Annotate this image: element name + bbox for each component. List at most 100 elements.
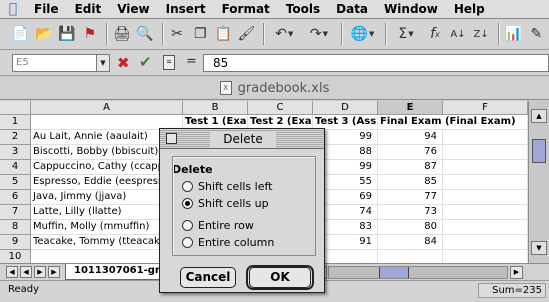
close-box-icon[interactable] xyxy=(166,133,177,144)
redo-icon[interactable]: ↷ ▼ xyxy=(303,23,336,45)
cell-f10[interactable] xyxy=(443,250,528,263)
radio-entire-column[interactable]: Entire column xyxy=(182,235,274,249)
horizontal-scroll-thumb[interactable] xyxy=(379,267,409,278)
name-box[interactable]: E5 ▼ xyxy=(12,54,110,72)
copy-icon[interactable]: ❐ xyxy=(190,23,211,45)
cell-e4[interactable]: 87 xyxy=(378,160,443,175)
cell-f1[interactable] xyxy=(443,115,528,130)
cell-e8[interactable]: 80 xyxy=(378,220,443,235)
menu-format[interactable]: Format xyxy=(214,0,278,19)
cell-f3[interactable] xyxy=(443,145,528,160)
row-header-5[interactable]: 5 xyxy=(0,175,31,190)
cell-f5[interactable] xyxy=(443,175,528,190)
column-header-b[interactable]: B xyxy=(183,101,248,115)
cell-f8[interactable] xyxy=(443,220,528,235)
horizontal-scrollbar[interactable] xyxy=(328,266,508,279)
autocalculate-sum[interactable]: Sum=235 xyxy=(478,283,546,298)
cell-e2[interactable]: 94 xyxy=(378,130,443,145)
first-sheet-icon[interactable]: ◀ xyxy=(6,266,18,278)
menu-edit[interactable]: Edit xyxy=(67,0,110,19)
status-text: Ready xyxy=(8,284,40,295)
toolbar-separator xyxy=(497,23,499,45)
row-header-2[interactable]: 2 xyxy=(0,130,31,145)
paste-icon[interactable]: 📋 xyxy=(213,23,234,45)
open-folder-icon[interactable]: 📂 xyxy=(33,23,54,45)
column-header-e[interactable]: E xyxy=(378,101,443,115)
menu-data[interactable]: Data xyxy=(328,0,376,19)
hyperlink-icon[interactable]: 🌐 ▼ xyxy=(346,23,379,45)
menu-file[interactable]: File xyxy=(26,0,67,19)
menu-insert[interactable]: Insert xyxy=(158,0,214,19)
radio-button-checked-icon[interactable] xyxy=(182,197,193,209)
cell-f4[interactable] xyxy=(443,160,528,175)
cell-e10[interactable] xyxy=(378,250,443,263)
sort-ascending-icon[interactable]: A↓ xyxy=(447,23,468,45)
radio-button-icon[interactable] xyxy=(182,219,193,231)
radio-button-icon[interactable] xyxy=(182,236,193,248)
menu-tools[interactable]: Tools xyxy=(278,0,328,19)
row-header-1[interactable]: 1 xyxy=(0,115,31,130)
row-header-7[interactable]: 7 xyxy=(0,205,31,220)
undo-icon[interactable]: ↶ ▼ xyxy=(268,23,301,45)
previous-sheet-icon[interactable]: ◀ xyxy=(20,266,32,278)
select-all-corner[interactable] xyxy=(0,101,31,115)
autosum-icon[interactable]: Σ ▼ xyxy=(390,23,423,45)
function-icon[interactable]: fx xyxy=(424,23,445,45)
cell-f7[interactable] xyxy=(443,205,528,220)
cut-icon[interactable]: ✂ xyxy=(167,23,188,45)
calculator-icon[interactable]: = xyxy=(163,55,175,70)
radio-shift-cells-left[interactable]: Shift cells left xyxy=(182,179,272,193)
menu-window[interactable]: Window xyxy=(376,0,446,19)
cell-e9[interactable]: 84 xyxy=(378,235,443,250)
row-header-8[interactable]: 8 xyxy=(0,220,31,235)
enter-entry-icon[interactable]: ✔ xyxy=(139,53,152,71)
last-sheet-icon[interactable]: ▶ xyxy=(48,266,60,278)
save-icon[interactable]: 💾 xyxy=(56,23,77,45)
menu-help[interactable]: Help xyxy=(446,0,493,19)
ok-button[interactable]: OK xyxy=(249,267,311,288)
radio-shift-cells-up[interactable]: Shift cells up xyxy=(182,196,269,210)
print-icon[interactable]: 🖨 xyxy=(111,23,132,45)
cell-f9[interactable] xyxy=(443,235,528,250)
print-preview-icon[interactable]: 🔍 xyxy=(135,23,156,45)
menu-view[interactable]: View xyxy=(109,0,157,19)
cell-e7[interactable]: 73 xyxy=(378,205,443,220)
row-header-10[interactable]: 10 xyxy=(0,250,31,263)
next-sheet-icon[interactable]: ▶ xyxy=(34,266,46,278)
row-header-4[interactable]: 4 xyxy=(0,160,31,175)
drawing-icon[interactable]: ✎ xyxy=(526,23,547,45)
apple-menu-icon[interactable]:  xyxy=(0,1,26,17)
sheet-tab[interactable]: 1011307061-gr xyxy=(65,264,160,280)
scroll-right-icon[interactable]: ▶ xyxy=(510,266,523,279)
cancel-button[interactable]: Cancel xyxy=(180,267,236,288)
cell-e5[interactable]: 85 xyxy=(378,175,443,190)
sort-descending-icon[interactable]: Z↓ xyxy=(471,23,492,45)
cell-e6[interactable]: 77 xyxy=(378,190,443,205)
window-title-bar[interactable]: X gradebook.xls xyxy=(0,77,549,100)
scroll-up-icon[interactable]: ▲ xyxy=(531,109,547,123)
format-painter-icon[interactable]: 🖌 xyxy=(236,23,257,45)
radio-button-icon[interactable] xyxy=(182,180,193,192)
column-header-a[interactable]: A xyxy=(31,101,183,115)
vertical-scroll-thumb[interactable] xyxy=(532,139,546,163)
row-header-6[interactable]: 6 xyxy=(0,190,31,205)
dialog-title-bar[interactable]: Delete xyxy=(160,129,324,149)
row-header-3[interactable]: 3 xyxy=(0,145,31,160)
column-header-c[interactable]: C xyxy=(248,101,313,115)
radio-entire-row[interactable]: Entire row xyxy=(182,218,254,232)
flag-icon[interactable]: ⚑ xyxy=(79,23,100,45)
name-box-value: E5 xyxy=(16,57,29,68)
vertical-scrollbar[interactable]: ▲ ▼ xyxy=(528,101,549,263)
new-document-icon[interactable]: 📄 xyxy=(10,23,31,45)
cell-f2[interactable] xyxy=(443,130,528,145)
cancel-entry-icon[interactable]: ✖ xyxy=(117,54,130,72)
chevron-down-icon[interactable]: ▼ xyxy=(96,55,109,71)
cell-e3[interactable]: 76 xyxy=(378,145,443,160)
scroll-down-icon[interactable]: ▼ xyxy=(531,241,547,255)
column-header-f[interactable]: F xyxy=(443,101,528,115)
chart-wizard-icon[interactable]: 📊 xyxy=(503,23,524,45)
formula-input[interactable]: 85 xyxy=(203,54,549,72)
column-header-d[interactable]: D xyxy=(313,101,378,115)
cell-f6[interactable] xyxy=(443,190,528,205)
row-header-9[interactable]: 9 xyxy=(0,235,31,250)
